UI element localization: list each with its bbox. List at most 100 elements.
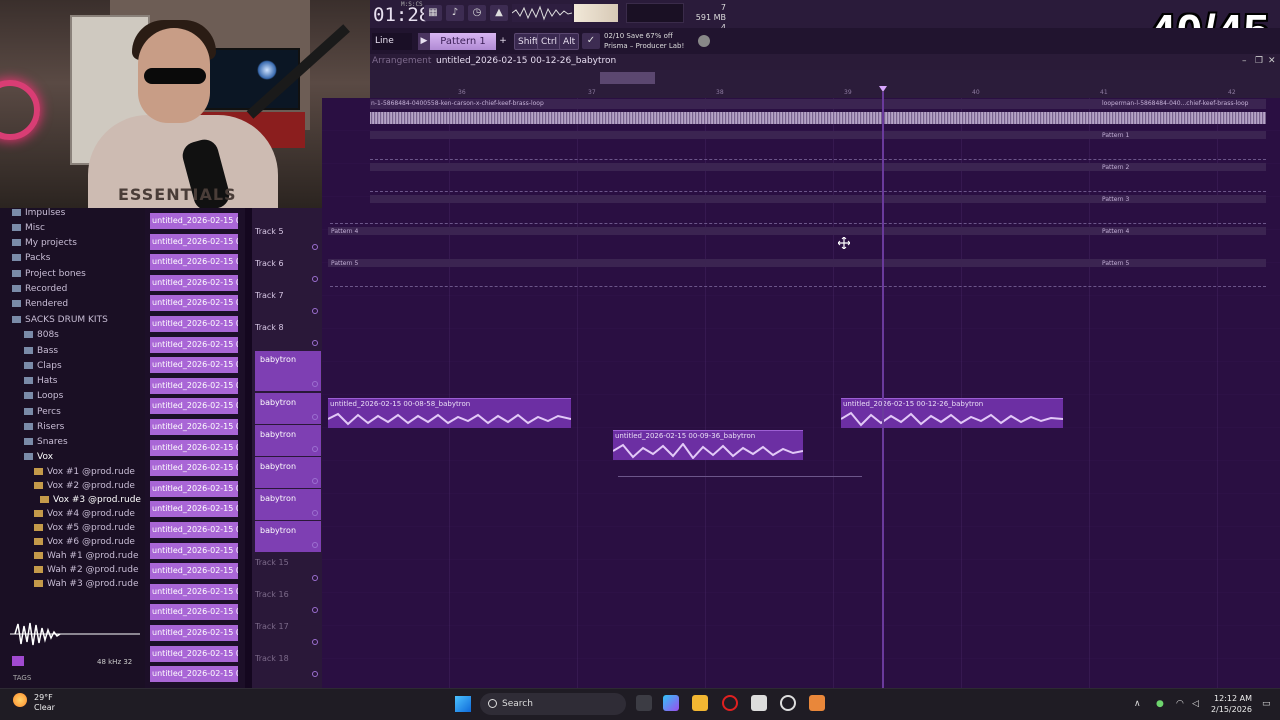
browser-wah-3[interactable]: Wah #3 @prod.rude xyxy=(34,579,138,589)
clip-list-item[interactable]: untitled_2026-02-15 00-... xyxy=(150,336,238,353)
browser-project-bones[interactable]: Project bones xyxy=(12,269,86,279)
track-header-5[interactable]: Track 5 xyxy=(255,223,321,254)
store-icon[interactable] xyxy=(751,695,767,711)
chrome-icon[interactable] xyxy=(780,695,796,711)
audio-clip-1[interactable]: untitled_2026-02-15 00-08-58_babytron xyxy=(328,398,571,428)
browser-impulses[interactable]: Impulses xyxy=(12,208,65,218)
track-header-babytron-group[interactable]: babytron xyxy=(255,351,321,391)
browser-snares[interactable]: Snares xyxy=(24,437,68,447)
time-display[interactable]: 01:28 M:S:CS xyxy=(373,1,430,26)
track-led-icon[interactable] xyxy=(312,414,318,420)
notification-icon[interactable]: ▭ xyxy=(1262,699,1271,709)
track-led-icon[interactable] xyxy=(312,340,318,346)
hint-icon[interactable]: ✓ xyxy=(582,33,600,49)
browser-packs[interactable]: Packs xyxy=(12,253,50,263)
browser-misc[interactable]: Misc xyxy=(12,223,45,233)
wait-icon[interactable]: ◷ xyxy=(468,5,486,21)
clip-list-item[interactable]: untitled_2026-02-15 00-... xyxy=(150,377,238,394)
track-led-icon[interactable] xyxy=(312,542,318,548)
weather-widget[interactable]: 29°F Clear xyxy=(34,693,55,713)
clip-list-item[interactable]: untitled_2026-02-15 00-... xyxy=(150,542,238,559)
close-icon[interactable]: ✕ xyxy=(1268,56,1276,66)
track-header-babytron-5[interactable]: babytron xyxy=(255,521,321,552)
tempo-icon[interactable]: ♪ xyxy=(446,5,464,21)
pattern-row-2[interactable] xyxy=(370,163,1266,171)
playlist-lanes[interactable] xyxy=(322,98,1280,688)
browser-wah-2[interactable]: Wah #2 @prod.rude xyxy=(34,565,138,575)
track-header-babytron-4[interactable]: babytron xyxy=(255,489,321,520)
clip-list-item[interactable]: untitled_2026-02-15 00-... xyxy=(150,316,238,332)
mic-icon[interactable]: ● xyxy=(1156,699,1164,709)
track-header-15[interactable]: Track 15 xyxy=(255,554,321,585)
master-volume[interactable] xyxy=(574,4,618,22)
track-header-babytron-3[interactable]: babytron xyxy=(255,457,321,488)
clip-list-item[interactable]: untitled_2026-02-15 00-... xyxy=(150,583,238,600)
clip-list-item[interactable]: untitled_2026-02-15 00-... xyxy=(150,233,238,250)
track-header-18[interactable]: Track 18 xyxy=(255,650,321,681)
volume-icon[interactable]: ◁ xyxy=(1192,699,1199,709)
browser-claps[interactable]: Claps xyxy=(24,361,62,371)
track-header-7[interactable]: Track 7 xyxy=(255,287,321,318)
play-pattern-icon[interactable]: ▶ xyxy=(418,33,430,50)
add-pattern-icon[interactable]: + xyxy=(498,33,508,50)
clip-list-item[interactable]: untitled_2026-02-15 00-... xyxy=(150,604,238,621)
clip-list-item[interactable]: untitled_2026-02-15 00-... xyxy=(150,213,238,229)
track-led-icon[interactable] xyxy=(312,276,318,282)
browser-vox-3[interactable]: Vox #3 @prod.rude xyxy=(40,495,141,505)
timeline-ruler[interactable] xyxy=(370,70,1280,98)
tray-chevron-icon[interactable]: ∧ xyxy=(1134,699,1141,709)
track-header-babytron-2[interactable]: babytron xyxy=(255,425,321,456)
track-led-icon[interactable] xyxy=(312,639,318,645)
pattern-selector[interactable]: Pattern 1 xyxy=(430,33,496,50)
loop-region[interactable] xyxy=(600,72,655,84)
fl-studio-icon[interactable] xyxy=(809,695,825,711)
clip-list-item[interactable]: untitled_2026-02-15 00-... xyxy=(150,295,238,312)
browser-vox-5[interactable]: Vox #5 @prod.rude xyxy=(34,523,135,533)
browser-percs[interactable]: Percs xyxy=(24,407,61,417)
track-header-16[interactable]: Track 16 xyxy=(255,586,321,617)
track-led-icon[interactable] xyxy=(312,446,318,452)
track-led-icon[interactable] xyxy=(312,308,318,314)
track-led-icon[interactable] xyxy=(312,381,318,387)
browser-loops[interactable]: Loops xyxy=(24,391,63,401)
track-led-icon[interactable] xyxy=(312,575,318,581)
pattern-song-icon[interactable]: ▦ xyxy=(424,5,442,21)
browser-recorded[interactable]: Recorded xyxy=(12,284,67,294)
track-header-17[interactable]: Track 17 xyxy=(255,618,321,649)
audio-clip-2[interactable]: untitled_2026-02-15 00-09-36_babytron xyxy=(613,430,803,460)
clip-list-item[interactable]: untitled_2026-02-15 00-... xyxy=(150,439,238,456)
clip-list-item[interactable]: untitled_2026-02-15 00-... xyxy=(150,254,238,271)
copilot-icon[interactable] xyxy=(663,695,679,711)
start-button[interactable] xyxy=(455,696,471,712)
news-promo[interactable]: 02/10 Save 67% off Prisma – Producer Lab… xyxy=(604,31,684,51)
browser-808s[interactable]: 808s xyxy=(24,330,59,340)
browser-vox-2[interactable]: Vox #2 @prod.rude xyxy=(34,481,135,491)
wifi-icon[interactable]: ◠ xyxy=(1176,699,1184,709)
track-led-icon[interactable] xyxy=(312,607,318,613)
minimize-icon[interactable]: – xyxy=(1242,56,1247,66)
browser-sacks-drum-kits[interactable]: SACKS DRUM KITS xyxy=(12,315,108,325)
browser-hats[interactable]: Hats xyxy=(24,376,58,386)
snap-selector[interactable]: Line xyxy=(372,33,412,50)
browser-bass[interactable]: Bass xyxy=(24,346,58,356)
browser-my-projects[interactable]: My projects xyxy=(12,238,77,248)
file-explorer-icon[interactable] xyxy=(692,695,708,711)
track-led-icon[interactable] xyxy=(312,671,318,677)
arrangement-name[interactable]: untitled_2026-02-15 00-12-26_babytron xyxy=(436,56,616,66)
ctrl-key[interactable]: Ctrl xyxy=(537,33,562,50)
metronome-icon[interactable]: ▲ xyxy=(490,5,508,21)
browser-wah-1[interactable]: Wah #1 @prod.rude xyxy=(34,551,138,561)
track-header-6[interactable]: Track 6 xyxy=(255,255,321,286)
clip-list-item[interactable]: untitled_2026-02-15 00-... xyxy=(150,357,238,374)
track-header-babytron-1[interactable]: babytron xyxy=(255,393,321,424)
browser-vox-1[interactable]: Vox #1 @prod.rude xyxy=(34,467,135,477)
browser-risers[interactable]: Risers xyxy=(24,422,64,432)
clip-list-item[interactable]: untitled_2026-02-15 00-... xyxy=(150,666,238,683)
track-led-icon[interactable] xyxy=(312,244,318,250)
track-led-icon[interactable] xyxy=(312,510,318,516)
clip-list-item[interactable]: untitled_2026-02-15 00-... xyxy=(150,398,238,415)
clip-list-item[interactable]: untitled_2026-02-15 00-... xyxy=(150,625,238,641)
clip-list-item[interactable]: untitled_2026-02-15 00-... xyxy=(150,480,238,497)
opera-icon[interactable] xyxy=(722,695,738,711)
pattern-row-3[interactable] xyxy=(370,195,1266,203)
